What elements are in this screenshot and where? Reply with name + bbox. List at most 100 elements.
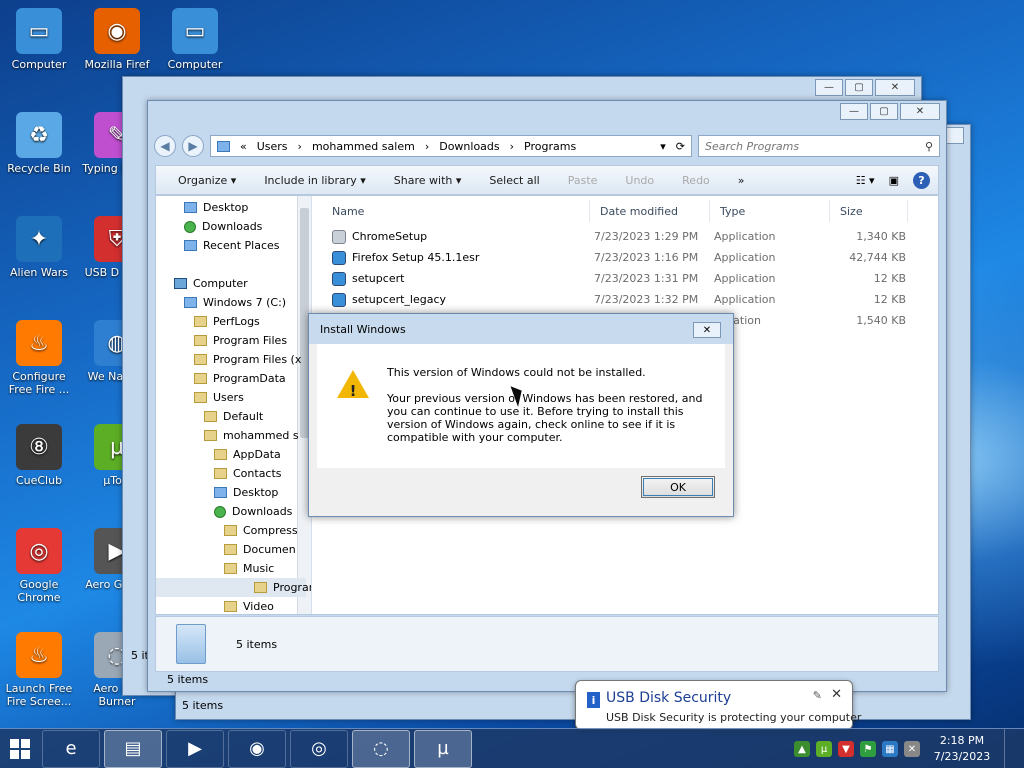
nav-item[interactable]: Downloads xyxy=(214,502,292,521)
file-row[interactable]: Firefox Setup 45.1.1esr 7/23/2023 1:16 PM… xyxy=(332,247,922,268)
tray-app-icon[interactable]: ▲ xyxy=(794,741,810,757)
minimize-icon[interactable]: — xyxy=(840,103,868,120)
nav-item[interactable]: Video xyxy=(224,597,274,614)
back-icon[interactable]: ◀ xyxy=(154,135,176,157)
desktop-icon[interactable]: ♨ Launch Free Fire Scree... xyxy=(0,632,78,708)
application-icon xyxy=(332,271,346,286)
address-bar[interactable]: « Users › mohammed salem › Downloads › P… xyxy=(210,135,692,157)
clock[interactable]: 2:18 PM 7/23/2023 xyxy=(926,733,998,765)
navigation-pane[interactable]: Desktop Downloads Recent Places Computer Win… xyxy=(156,196,312,614)
show-desktop-button[interactable] xyxy=(1004,729,1016,768)
close-icon[interactable]: ✕ xyxy=(900,103,940,120)
volume-muted-icon[interactable]: ✕ xyxy=(904,741,920,757)
redo-button[interactable]: Redo xyxy=(668,174,724,187)
nav-item[interactable]: Users xyxy=(194,388,244,407)
desktop-icon[interactable]: ♻ Recycle Bin xyxy=(0,112,78,175)
file-row[interactable]: ChromeSetup 7/23/2023 1:29 PM Application 1… xyxy=(332,226,922,247)
search-input[interactable]: Search Programs ⚲ xyxy=(698,135,940,157)
nav-item[interactable]: Music xyxy=(224,559,274,578)
desktop-icon[interactable]: ✦ Alien Wars xyxy=(0,216,78,279)
close-icon[interactable]: ✕ xyxy=(693,322,721,338)
nav-item[interactable]: Programs xyxy=(156,578,311,597)
forward-icon[interactable]: ▶ xyxy=(182,135,204,157)
ie-icon[interactable]: e xyxy=(42,729,100,768)
help-icon[interactable]: ? xyxy=(913,171,930,189)
ok-button[interactable]: OK xyxy=(641,476,715,498)
explorer-icon[interactable]: ▤ xyxy=(104,729,162,768)
breadcrumb-user[interactable]: mohammed salem xyxy=(312,140,415,153)
flag-icon[interactable]: ⚑ xyxy=(860,741,876,757)
desktop-icon[interactable]: ▭ Computer xyxy=(0,8,78,71)
nav-item[interactable]: ProgramData xyxy=(194,369,286,388)
file-row[interactable]: setupcert 7/23/2023 1:31 PM Application 12 … xyxy=(332,268,922,289)
utorrent-icon[interactable]: µ xyxy=(414,729,472,768)
breadcrumb-overflow[interactable]: « xyxy=(240,140,247,153)
file-row[interactable]: setupcert_legacy 7/23/2023 1:32 PM Applica… xyxy=(332,289,922,310)
desktop-icon[interactable]: ◎ Google Chrome xyxy=(0,528,78,604)
nav-item[interactable]: Default xyxy=(204,407,263,426)
disc-icon[interactable]: ◌ xyxy=(352,729,410,768)
close-icon[interactable]: ✕ xyxy=(875,79,915,96)
search-icon[interactable]: ⚲ xyxy=(925,140,933,153)
utorrent-tray-icon[interactable]: µ xyxy=(816,741,832,757)
nav-item[interactable]: Program Files (x xyxy=(194,350,301,369)
firefox-icon[interactable]: ◉ xyxy=(228,729,286,768)
column-header-type[interactable]: Type xyxy=(710,200,830,222)
nav-item[interactable]: PerfLogs xyxy=(194,312,260,331)
cueclub-icon: ⑧ xyxy=(16,424,62,470)
desktop-icon[interactable]: ◉ Mozilla Firef xyxy=(78,8,156,71)
nav-item[interactable]: Desktop xyxy=(184,198,248,217)
column-header-date[interactable]: Date modified xyxy=(590,200,710,222)
breadcrumb-users[interactable]: Users xyxy=(257,140,288,153)
column-header-name[interactable]: Name xyxy=(322,200,590,222)
minimize-icon[interactable]: — xyxy=(815,79,843,96)
nav-item-label: mohammed s xyxy=(223,429,299,442)
options-icon[interactable]: ✎ xyxy=(813,689,822,702)
close-icon[interactable]: ✕ xyxy=(831,687,842,702)
view-options-icon[interactable]: ☷ ▾ xyxy=(856,174,875,187)
chevron-right-icon[interactable]: › xyxy=(425,140,429,153)
breadcrumb-downloads[interactable]: Downloads xyxy=(439,140,499,153)
nav-item[interactable]: Computer xyxy=(174,274,248,293)
maximize-icon[interactable]: ▢ xyxy=(845,79,873,96)
chrome-icon[interactable]: ◎ xyxy=(290,729,348,768)
desktop-icon[interactable]: ♨ Configure Free Fire ... xyxy=(0,320,78,396)
include-in-library-button[interactable]: Include in library ▾ xyxy=(250,174,379,187)
chevron-right-icon[interactable]: › xyxy=(510,140,514,153)
folder-icon xyxy=(214,487,227,498)
nav-item-label: PerfLogs xyxy=(213,315,260,328)
chevron-down-icon[interactable]: ▾ xyxy=(660,140,666,153)
nav-item[interactable]: Program Files xyxy=(194,331,287,350)
network-icon[interactable]: ▦ xyxy=(882,741,898,757)
preview-pane-icon[interactable]: ▣ xyxy=(889,174,899,187)
desktop-icon-label: Recycle Bin xyxy=(7,162,71,175)
nav-item[interactable]: Contacts xyxy=(214,464,282,483)
column-header-size[interactable]: Size xyxy=(830,200,908,222)
nav-item[interactable]: Recent Places xyxy=(184,236,280,255)
nav-item[interactable]: Windows 7 (C:) xyxy=(184,293,286,312)
refresh-icon[interactable]: ⟳ xyxy=(676,140,685,153)
media-icon[interactable]: ▶ xyxy=(166,729,224,768)
desktop-icon[interactable]: ▭ Computer xyxy=(156,8,234,71)
nav-item[interactable]: Desktop xyxy=(214,483,278,502)
breadcrumb-programs[interactable]: Programs xyxy=(524,140,576,153)
desktop-icon[interactable]: ⑧ CueClub xyxy=(0,424,78,487)
nav-item[interactable]: Compress xyxy=(224,521,298,540)
nav-item[interactable]: AppData xyxy=(214,445,281,464)
select-all-button[interactable]: Select all xyxy=(475,174,553,187)
notification-title: USB Disk Security xyxy=(606,690,732,706)
nav-item[interactable]: Downloads xyxy=(184,217,262,236)
nav-item[interactable]: Documen xyxy=(224,540,296,559)
chevron-right-icon[interactable]: › xyxy=(298,140,302,153)
usb-security-tray-icon[interactable]: ▼ xyxy=(838,741,854,757)
usb-security-notification[interactable]: i USB Disk Security USB Disk Security is… xyxy=(575,680,861,730)
install-windows-dialog[interactable]: Install Windows ✕ ! This version of Wind… xyxy=(308,313,734,517)
more-commands-button[interactable]: » xyxy=(724,174,759,187)
undo-button[interactable]: Undo xyxy=(611,174,668,187)
share-with-button[interactable]: Share with ▾ xyxy=(380,174,476,187)
paste-button[interactable]: Paste xyxy=(554,174,612,187)
nav-item[interactable]: mohammed s xyxy=(204,426,299,445)
organize-button[interactable]: Organize ▾ xyxy=(164,174,250,187)
start-button[interactable] xyxy=(0,729,40,768)
maximize-icon[interactable]: ▢ xyxy=(870,103,898,120)
